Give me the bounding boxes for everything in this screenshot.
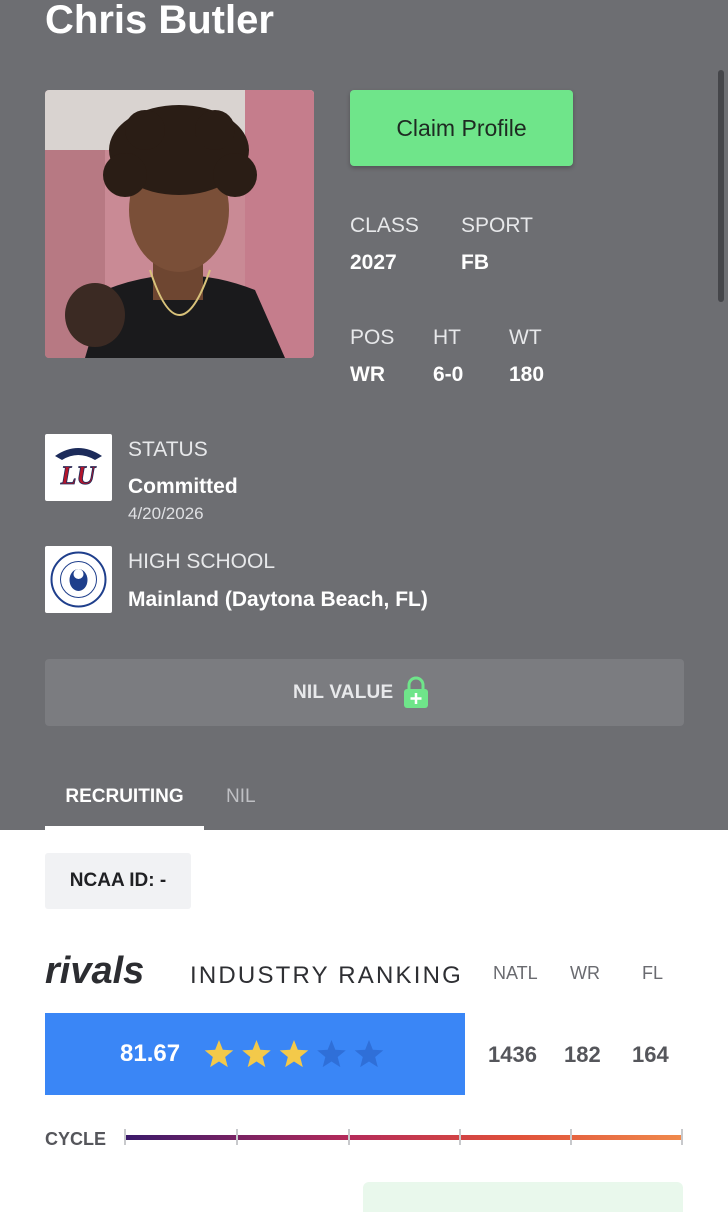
- mainland-high-school-seal[interactable]: [45, 546, 112, 613]
- lu-logo-text: LU: [60, 461, 97, 490]
- class-label: CLASS: [350, 214, 419, 237]
- tab-active-indicator: [45, 826, 204, 830]
- rivals-logo-text: rivals: [45, 952, 144, 988]
- cycle-tick: [348, 1129, 350, 1145]
- pos-value: WR: [350, 363, 385, 386]
- ht-value: 6-0: [433, 363, 464, 386]
- cycle-tick: [570, 1129, 572, 1145]
- col-header-wr: WR: [570, 963, 600, 983]
- sport-label: SPORT: [461, 214, 533, 237]
- lock-plus-icon: [404, 676, 428, 708]
- high-school-value[interactable]: Mainland (Daytona Beach, FL): [128, 587, 428, 613]
- star-empty-icon: [354, 1040, 384, 1068]
- col-header-fl: FL: [642, 963, 664, 983]
- cycle-timeline: [125, 1135, 683, 1140]
- cycle-tick: [681, 1129, 683, 1145]
- commit-date: 4/20/2026: [128, 504, 204, 523]
- rank-fl: 164: [632, 1042, 669, 1067]
- player-name: Chris Butler: [45, 0, 274, 42]
- cycle-tick: [236, 1129, 238, 1145]
- star-empty-icon: [317, 1040, 346, 1068]
- cycle-tick: [459, 1129, 461, 1145]
- class-value: 2027: [350, 251, 397, 274]
- rivals-logo: rivals: [45, 952, 144, 988]
- scrollbar[interactable]: [718, 70, 724, 302]
- star-filled-icon: [204, 1040, 234, 1068]
- cycle-tick: [124, 1129, 126, 1145]
- wt-value: 180: [509, 363, 545, 386]
- cycle-label: CYCLE: [45, 1129, 107, 1149]
- ncaa-id-badge: NCAA ID: -: [45, 853, 191, 909]
- industry-ranking-title: INDUSTRY RANKING: [190, 962, 464, 989]
- col-header-natl: NATL: [493, 963, 538, 983]
- nil-value-label: NIL VALUE: [293, 682, 394, 703]
- star-filled-icon: [279, 1040, 309, 1068]
- status-label: STATUS: [128, 438, 208, 461]
- tab-recruiting[interactable]: RECRUITING: [45, 786, 204, 808]
- rating-score: 81.67: [120, 1040, 181, 1067]
- status-value: Committed: [128, 475, 238, 498]
- star-rating: [204, 1040, 384, 1068]
- sport-value: FB: [461, 251, 489, 274]
- liberty-university-logo[interactable]: LU: [45, 434, 112, 501]
- wt-label: WT: [509, 326, 542, 349]
- rank-wr: 182: [564, 1042, 601, 1067]
- ht-label: HT: [433, 326, 461, 349]
- rank-natl: 1436: [488, 1042, 537, 1067]
- star-filled-icon: [242, 1040, 271, 1068]
- claim-profile-button[interactable]: Claim Profile: [350, 90, 573, 166]
- bottom-card: [363, 1182, 683, 1212]
- high-school-label: HIGH SCHOOL: [128, 550, 276, 573]
- player-photo: [45, 90, 314, 358]
- pos-label: POS: [350, 326, 395, 349]
- tab-nil[interactable]: NIL: [226, 786, 256, 808]
